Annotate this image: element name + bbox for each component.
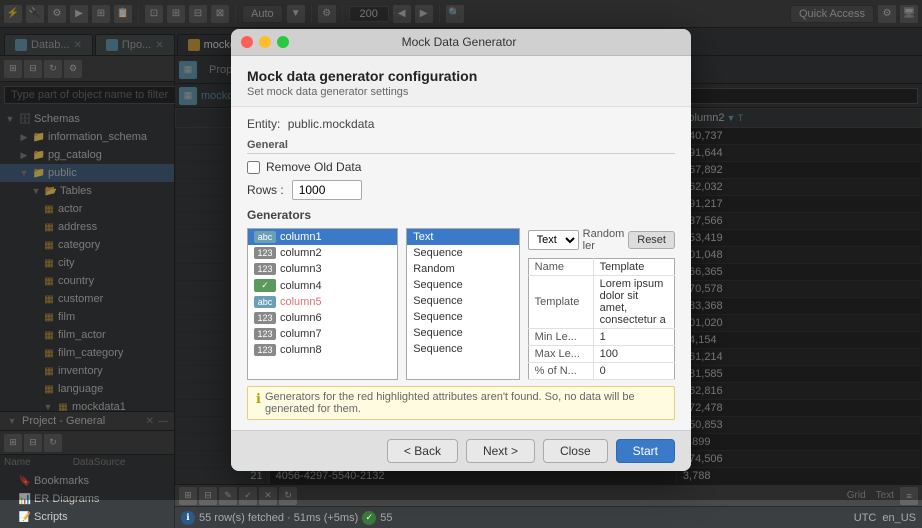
attr-item-column6[interactable]: 123 column6: [248, 310, 397, 326]
gen-prop-name: Min Le...: [528, 329, 593, 346]
gen-prop-value: 0: [593, 363, 674, 380]
attr-icon-column7: 123: [254, 328, 276, 340]
status-locale: en_US: [882, 512, 916, 524]
gen-prop-value: 1: [593, 329, 674, 346]
attr-label-column2: column2: [280, 247, 322, 259]
attr-icon-column6: 123: [254, 312, 276, 324]
attr-icon-column3: 123: [254, 263, 276, 275]
status-message: 55 row(s) fetched · 51ms (+5ms): [199, 512, 358, 524]
attr-label-column8: column8: [280, 344, 322, 356]
modal-maximize-btn[interactable]: [277, 36, 289, 48]
gen-item-5[interactable]: Sequence: [407, 309, 518, 325]
remove-old-data-checkbox[interactable]: [247, 161, 260, 174]
gen-prop-row: Max Le...100: [528, 346, 674, 363]
attr-icon-column2: 123: [254, 247, 276, 259]
attr-item-column8[interactable]: 123 column8: [248, 342, 397, 358]
back-button[interactable]: < Back: [387, 439, 458, 463]
rows-label: Rows :: [247, 183, 284, 197]
status-right: UTC en_US: [854, 512, 916, 524]
remove-old-data-row: Remove Old Data: [247, 160, 675, 174]
attr-label-column5: column5: [280, 296, 322, 308]
attr-item-column3[interactable]: 123 column3: [248, 261, 397, 277]
status-timezone: UTC: [854, 512, 877, 524]
generator-config: Text Random ler Reset NameTemplateTempla…: [528, 228, 675, 380]
attr-label-column4: column4: [280, 280, 322, 292]
gen-item-7[interactable]: Sequence: [407, 341, 518, 357]
modal: Mock Data Generator Mock data generator …: [231, 29, 691, 471]
attr-item-column7[interactable]: 123 column7: [248, 326, 397, 342]
info-box: ℹ Generators for the red highlighted att…: [247, 386, 675, 420]
rows-row: Rows :: [247, 180, 675, 200]
gen-item-2[interactable]: Random: [407, 261, 518, 277]
modal-minimize-btn[interactable]: [259, 36, 271, 48]
gen-item-6[interactable]: Sequence: [407, 325, 518, 341]
attribute-list: abc column1 123 column2 123 column3 ✓ column4 ab…: [247, 228, 398, 380]
info-icon: ℹ: [181, 511, 195, 525]
entity-label: Entity:: [247, 117, 280, 131]
gen-item-4[interactable]: Sequence: [407, 293, 518, 309]
generator-list: TextSequenceRandomSequenceSequenceSequen…: [406, 228, 519, 380]
info-text: Generators for the red highlighted attri…: [265, 391, 666, 415]
sidebar-item-scripts[interactable]: 📝 Scripts: [0, 508, 174, 526]
reset-button[interactable]: Reset: [628, 231, 675, 249]
next-button[interactable]: Next >: [466, 439, 535, 463]
close-button[interactable]: Close: [543, 439, 608, 463]
sidebar-label-scripts: Scripts: [34, 511, 68, 523]
gen-item-3[interactable]: Sequence: [407, 277, 518, 293]
remove-old-data-label: Remove Old Data: [266, 160, 361, 174]
modal-body: Entity: public.mockdata General Remove O…: [231, 107, 691, 430]
info-circle-icon: ℹ: [256, 391, 261, 407]
gen-prop-row: TemplateLorem ipsum dolor sit amet, cons…: [528, 276, 674, 329]
modal-overlay: Mock Data Generator Mock data generator …: [0, 0, 922, 500]
attr-item-column4[interactable]: ✓ column4: [248, 277, 397, 294]
attr-icon-column8: 123: [254, 344, 276, 356]
general-section-label: General: [247, 139, 675, 154]
modal-header-title: Mock data generator configuration: [247, 68, 675, 84]
attr-label-column6: column6: [280, 312, 322, 324]
gen-prop-name: Name: [528, 259, 593, 276]
gen-props-table: NameTemplateTemplateLorem ipsum dolor si…: [528, 258, 675, 380]
modal-entity: Entity: public.mockdata: [247, 117, 675, 131]
gen-item-0[interactable]: Text: [407, 229, 518, 245]
generators-label: Generators: [247, 208, 675, 222]
gen-prop-row: NameTemplate: [528, 259, 674, 276]
modal-header-sub: Set mock data generator settings: [247, 86, 675, 98]
attr-label-column3: column3: [280, 263, 322, 275]
gen-prop-row: % of N...0: [528, 363, 674, 380]
gen-item-1[interactable]: Sequence: [407, 245, 518, 261]
attr-label-column1: column1: [280, 231, 322, 243]
random-label: Random ler: [583, 228, 625, 252]
status-count: 55: [380, 512, 392, 524]
gen-prop-value: 100: [593, 346, 674, 363]
rows-input[interactable]: [292, 180, 362, 200]
generators-area: abc column1 123 column2 123 column3 ✓ column4 ab…: [247, 228, 675, 380]
gen-config-top: Text Random ler Reset: [528, 228, 675, 252]
gen-prop-value: Lorem ipsum dolor sit amet, consectetur …: [593, 276, 674, 329]
modal-close-btn[interactable]: [241, 36, 253, 48]
gen-prop-name: Max Le...: [528, 346, 593, 363]
attr-label-column7: column7: [280, 328, 322, 340]
entity-value: public.mockdata: [288, 117, 375, 131]
attr-item-column1[interactable]: abc column1: [248, 229, 397, 245]
gen-prop-name: % of N...: [528, 363, 593, 380]
gen-type-select[interactable]: Text: [528, 230, 579, 250]
attr-icon-column4: ✓: [254, 279, 276, 292]
attr-icon-column1: abc: [254, 231, 276, 243]
modal-header: Mock data generator configuration Set mo…: [231, 56, 691, 107]
attr-icon-column5: abc: [254, 296, 276, 308]
status-green-icon: ✓: [362, 511, 376, 525]
gen-prop-value: Template: [593, 259, 674, 276]
modal-footer: < Back Next > Close Start: [231, 430, 691, 471]
scripts-icon: 📝: [18, 510, 32, 524]
modal-titlebar: Mock Data Generator: [231, 29, 691, 56]
start-button[interactable]: Start: [616, 439, 675, 463]
attr-item-column5[interactable]: abc column5: [248, 294, 397, 310]
gen-prop-name: Template: [528, 276, 593, 329]
modal-title: Mock Data Generator: [295, 35, 623, 49]
attr-item-column2[interactable]: 123 column2: [248, 245, 397, 261]
status-bar: ℹ 55 row(s) fetched · 51ms (+5ms) ✓ 55 U…: [175, 506, 922, 528]
gen-prop-row: Min Le...1: [528, 329, 674, 346]
